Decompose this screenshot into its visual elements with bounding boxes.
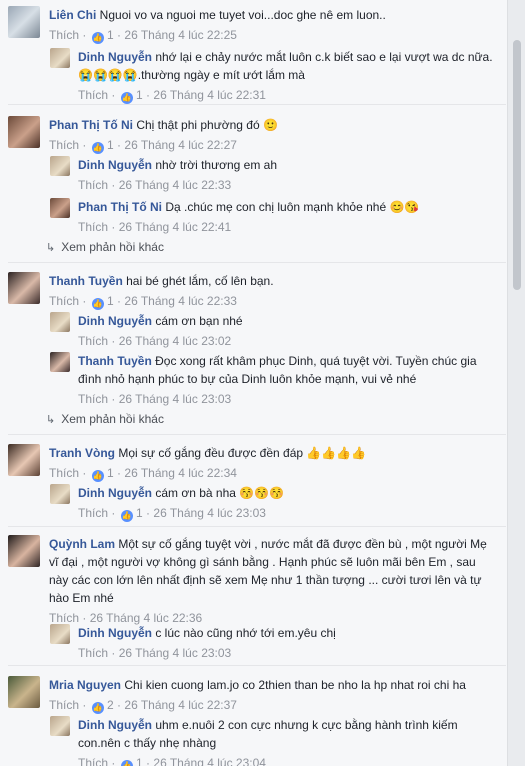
comment-text: Chị thật phi phường đó 🙂 [133, 118, 278, 132]
thumbs-up-icon: 👍 [91, 702, 104, 714]
reply-text: cám ơn bà nha 😚😚😚 [152, 486, 285, 500]
thumbs-up-icon: 👍 [120, 760, 133, 766]
comment-text: Chi kien cuong lam.jo co 2thien than be … [121, 678, 466, 692]
reply-arrow-icon: ↳ [46, 242, 56, 254]
like-link[interactable]: Thích [49, 294, 79, 308]
avatar[interactable] [50, 716, 70, 736]
avatar[interactable] [8, 6, 40, 38]
comment-text: Mọi sự cố gắng đều được đền đáp 👍👍👍👍 [115, 446, 367, 460]
like-count[interactable]: 1 [107, 138, 114, 152]
like-link[interactable]: Thích [78, 178, 108, 192]
reply-author[interactable]: Dinh Nguyễn [78, 486, 152, 500]
like-link[interactable]: Thích [49, 611, 79, 625]
divider [8, 104, 506, 105]
more-replies-label[interactable]: Xem phản hồi khác [61, 240, 164, 254]
avatar[interactable] [8, 676, 40, 708]
avatar[interactable] [8, 535, 40, 567]
like-link[interactable]: Thích [78, 88, 108, 102]
like-link[interactable]: Thích [78, 392, 108, 406]
comments-panel: Liên Chi Nguoi vo va nguoi me tuyet voi.… [0, 0, 508, 766]
reply-author[interactable]: Phan Thị Tố Ni [78, 200, 162, 214]
reply-author[interactable]: Dinh Nguyễn [78, 718, 152, 732]
more-replies-label[interactable]: Xem phản hồi khác [61, 412, 164, 426]
timestamp[interactable]: 26 Tháng 4 lúc 22:37 [124, 698, 237, 712]
reply-text: cám ơn bạn nhé [152, 314, 243, 328]
divider [8, 526, 506, 527]
like-link[interactable]: Thích [78, 334, 108, 348]
timestamp[interactable]: 26 Tháng 4 lúc 23:03 [119, 392, 232, 406]
timestamp[interactable]: 26 Tháng 4 lúc 22:27 [124, 138, 237, 152]
thumbs-up-icon: 👍 [91, 470, 104, 482]
reply-author[interactable]: Dinh Nguyễn [78, 314, 152, 328]
timestamp[interactable]: 26 Tháng 4 lúc 23:04 [153, 756, 266, 766]
reply-author[interactable]: Dinh Nguyễn [78, 626, 152, 640]
avatar[interactable] [50, 624, 70, 644]
like-link[interactable]: Thích [78, 646, 108, 660]
like-link[interactable]: Thích [49, 698, 79, 712]
timestamp[interactable]: 26 Tháng 4 lúc 22:33 [124, 294, 237, 308]
divider [8, 665, 506, 666]
more-replies-link[interactable]: ↳ Xem phản hồi khác [46, 238, 164, 257]
thumbs-up-icon: 👍 [120, 510, 133, 522]
like-count[interactable]: 1 [136, 506, 143, 520]
thumbs-up-icon: 👍 [91, 298, 104, 310]
thumbs-up-icon: 👍 [91, 32, 104, 44]
timestamp[interactable]: 26 Tháng 4 lúc 22:25 [124, 28, 237, 42]
scrollbar[interactable] [509, 0, 525, 766]
comment-author[interactable]: Phan Thị Tố Ni [49, 118, 133, 132]
avatar[interactable] [50, 312, 70, 332]
reply-arrow-icon: ↳ [46, 414, 56, 426]
comment-text: Nguoi vo va nguoi me tuyet voi...doc ghe… [96, 8, 386, 22]
divider [8, 434, 506, 435]
timestamp[interactable]: 26 Tháng 4 lúc 22:41 [119, 220, 232, 234]
thumbs-up-icon: 👍 [91, 142, 104, 154]
reply-author[interactable]: Thanh Tuyền [78, 354, 152, 368]
like-link[interactable]: Thích [49, 28, 79, 42]
like-count[interactable]: 1 [136, 88, 143, 102]
like-count[interactable]: 2 [107, 698, 114, 712]
timestamp[interactable]: 26 Tháng 4 lúc 23:02 [119, 334, 232, 348]
like-link[interactable]: Thích [49, 466, 79, 480]
timestamp[interactable]: 26 Tháng 4 lúc 22:34 [124, 466, 237, 480]
like-count[interactable]: 1 [107, 466, 114, 480]
comment-author[interactable]: Liên Chi [49, 8, 96, 22]
like-count[interactable]: 1 [107, 28, 114, 42]
comment-author[interactable]: Mria Nguyen [49, 678, 121, 692]
avatar[interactable] [8, 272, 40, 304]
reply-text: Dạ .chúc mẹ con chị luôn mạnh khỏe nhé 😊… [162, 200, 420, 214]
comment-author[interactable]: Quỳnh Lam [49, 537, 115, 551]
timestamp[interactable]: 26 Tháng 4 lúc 22:33 [119, 178, 232, 192]
reply-text: c lúc nào cũng nhớ tới em.yêu chị [152, 626, 336, 640]
avatar[interactable] [50, 156, 70, 176]
avatar[interactable] [8, 444, 40, 476]
scrollbar-thumb[interactable] [513, 40, 521, 290]
comment-text: hai bé ghét lắm, cố lên bạn. [122, 274, 274, 288]
more-replies-link[interactable]: ↳ Xem phản hồi khác [46, 410, 164, 429]
avatar[interactable] [50, 484, 70, 504]
like-count[interactable]: 1 [107, 294, 114, 308]
comment-author[interactable]: Thanh Tuyền [49, 274, 123, 288]
avatar[interactable] [8, 116, 40, 148]
like-link[interactable]: Thích [49, 138, 79, 152]
avatar[interactable] [50, 48, 70, 68]
reply-author[interactable]: Dinh Nguyễn [78, 50, 152, 64]
like-link[interactable]: Thích [78, 756, 108, 766]
reply-author[interactable]: Dinh Nguyễn [78, 158, 152, 172]
thumbs-up-icon: 👍 [120, 92, 133, 104]
reply-text: nhờ trời thương em ah [152, 158, 278, 172]
like-link[interactable]: Thích [78, 506, 108, 520]
timestamp[interactable]: 26 Tháng 4 lúc 22:36 [90, 611, 203, 625]
like-link[interactable]: Thích [78, 220, 108, 234]
divider [8, 262, 506, 263]
like-count[interactable]: 1 [136, 756, 143, 766]
comment-text: Một sự cố gắng tuyệt vời , nước mắt đã đ… [49, 537, 487, 605]
comment-author[interactable]: Tranh Vòng [49, 446, 115, 460]
timestamp[interactable]: 26 Tháng 4 lúc 23:03 [119, 646, 232, 660]
timestamp[interactable]: 26 Tháng 4 lúc 23:03 [153, 506, 266, 520]
avatar[interactable] [50, 198, 70, 218]
avatar[interactable] [50, 352, 70, 372]
timestamp[interactable]: 26 Tháng 4 lúc 22:31 [153, 88, 266, 102]
